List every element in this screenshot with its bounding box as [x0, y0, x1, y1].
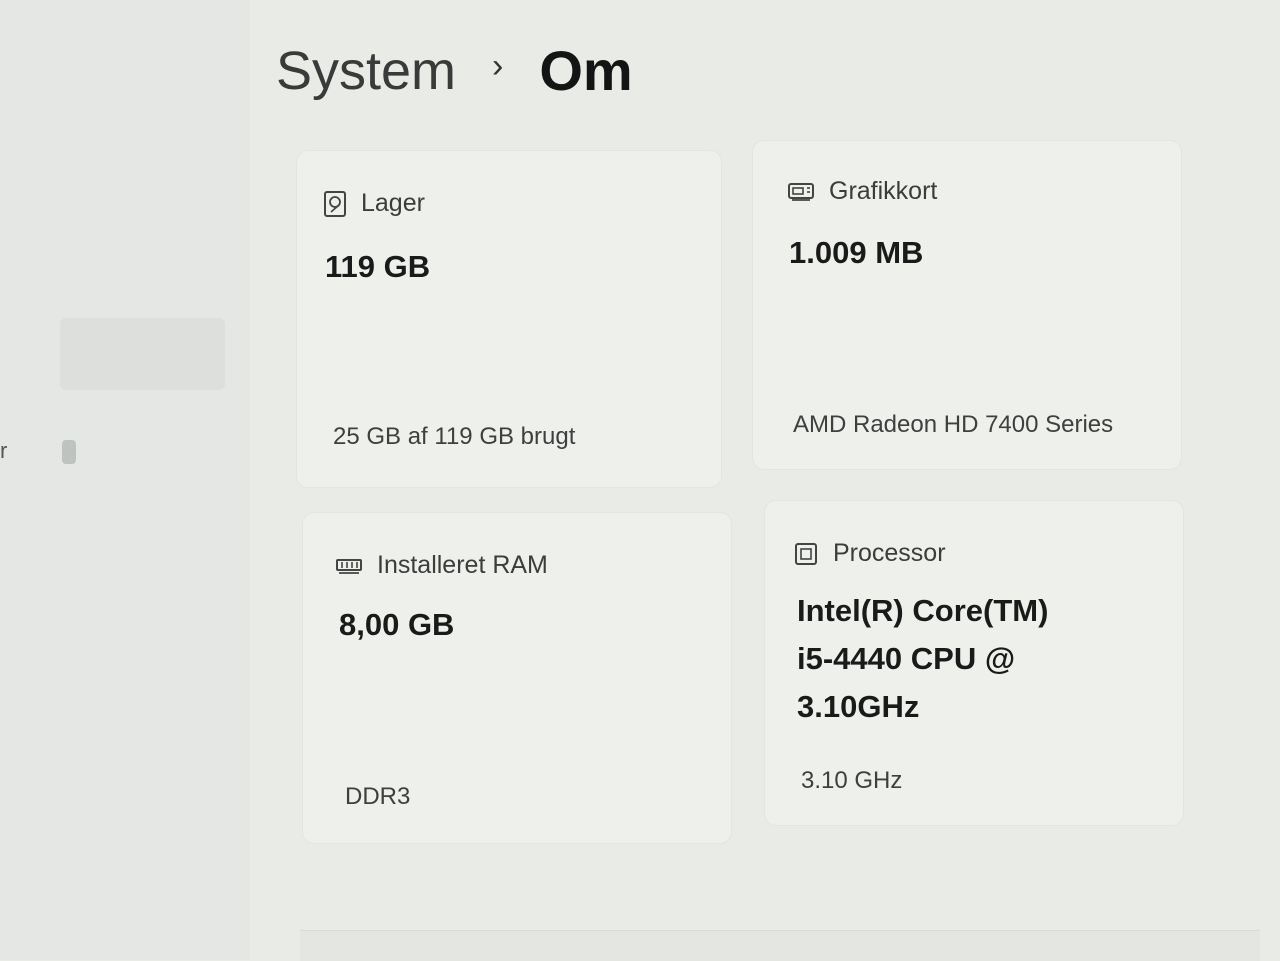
ram-value: 8,00 GB — [339, 607, 455, 642]
storage-usage-text: 25 GB af 119 GB brugt — [333, 423, 576, 450]
sidebar: r — [0, 0, 250, 960]
ram-type-text: DDR3 — [345, 783, 411, 810]
graphics-model-text: AMD Radeon HD 7400 Series — [793, 411, 1114, 438]
processor-name-line: 3.10GHz — [797, 689, 920, 724]
processor-speed-text: 3.10 GHz — [801, 767, 903, 794]
storage-card-header: Lager — [323, 189, 425, 218]
next-section-edge — [300, 930, 1260, 961]
processor-name-line: i5-4440 CPU @ — [797, 641, 1016, 676]
sidebar-selection-indicator — [62, 440, 76, 464]
page-title: Om — [539, 39, 633, 102]
processor-icon — [793, 541, 819, 567]
ram-title: Installeret RAM — [377, 551, 548, 579]
graphics-memory-value: 1.009 MB — [789, 235, 924, 270]
ram-card[interactable]: Installeret RAM 8,00 GB DDR3 — [302, 512, 732, 844]
sidebar-selected-item[interactable] — [60, 318, 225, 390]
storage-value: 119 GB — [325, 249, 431, 284]
memory-icon — [335, 556, 363, 576]
storage-title: Lager — [361, 189, 425, 217]
sidebar-item-label: r — [0, 438, 8, 463]
chevron-right-icon: › — [492, 47, 504, 85]
storage-card[interactable]: Lager 119 GB 25 GB af 119 GB brugt — [296, 150, 722, 488]
ram-card-header: Installeret RAM — [335, 551, 548, 580]
graphics-card-icon — [787, 181, 815, 203]
processor-name: Intel(R) Core(TM) i5-4440 CPU @ 3.10GHz — [797, 587, 1048, 731]
graphics-title: Grafikkort — [829, 177, 938, 205]
processor-card[interactable]: Processor Intel(R) Core(TM) i5-4440 CPU … — [764, 500, 1184, 826]
breadcrumb: System › Om — [276, 38, 633, 103]
processor-name-line: Intel(R) Core(TM) — [797, 593, 1049, 628]
hard-drive-icon — [323, 190, 347, 218]
processor-title: Processor — [833, 539, 946, 567]
processor-card-header: Processor — [793, 539, 946, 568]
breadcrumb-system-link[interactable]: System — [276, 40, 456, 102]
graphics-card-header: Grafikkort — [787, 177, 937, 206]
graphics-card[interactable]: Grafikkort 1.009 MB AMD Radeon HD 7400 S… — [752, 140, 1182, 470]
